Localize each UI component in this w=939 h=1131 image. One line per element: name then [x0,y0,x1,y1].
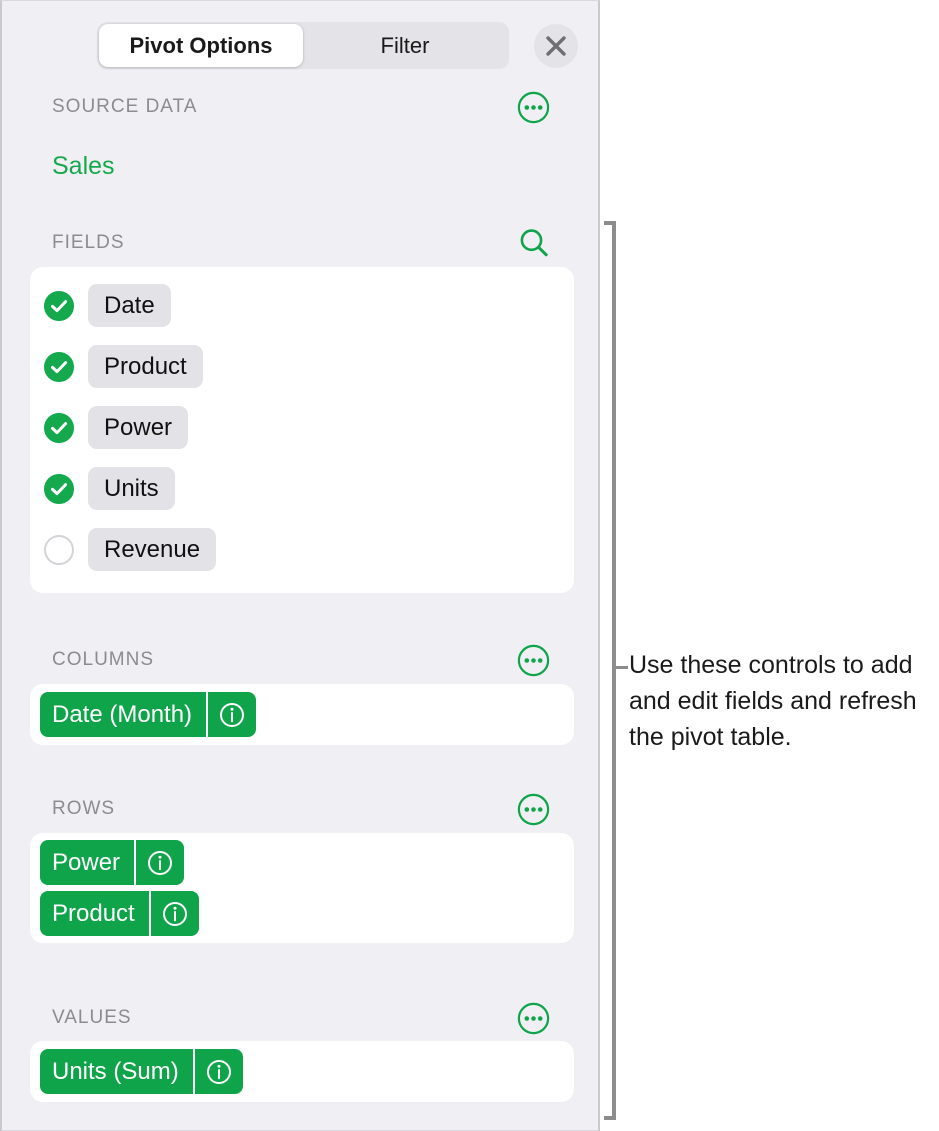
fields-section-header: FIELDS [2,226,598,260]
column-token-date-month-label: Date (Month) [40,692,207,737]
rows-dropzone-card[interactable]: Power Product [30,833,574,943]
tab-pivot-options-label: Pivot Options [129,33,273,58]
close-icon [546,36,566,56]
field-pill-power[interactable]: Power [88,406,189,449]
values-more-button[interactable] [517,1002,550,1035]
field-checkbox-product[interactable] [44,352,74,382]
field-pill-revenue[interactable]: Revenue [88,528,217,571]
columns-section-header: COLUMNS [2,644,598,677]
info-icon [148,850,173,875]
callout-bracket-top-tick [604,221,616,225]
row-token-power-info-button[interactable] [136,840,185,885]
field-checkbox-power[interactable] [44,413,74,443]
tab-filter[interactable]: Filter [303,24,507,67]
checkmark-icon [51,361,68,374]
source-data-section-header: SOURCE DATA [2,91,598,124]
checkmark-icon [51,422,68,435]
rows-more-button[interactable] [517,793,550,826]
value-token-units-sum[interactable]: Units (Sum) [40,1049,243,1094]
values-dropzone-card[interactable]: Units (Sum) [30,1041,574,1102]
fields-list-card: Date Product Power Units Revenue [30,267,574,593]
tab-bar: Pivot Options Filter [2,11,598,69]
info-icon [206,1059,231,1084]
row-token-product[interactable]: Product [40,891,199,936]
rows-section-header: ROWS [2,793,598,826]
callout-bracket [604,221,618,1120]
info-icon [162,901,187,926]
fields-label: FIELDS [52,232,125,253]
close-button[interactable] [534,24,578,68]
field-row-product[interactable]: Product [30,344,574,390]
field-row-units[interactable]: Units [30,466,574,512]
column-token-date-month[interactable]: Date (Month) [40,692,257,737]
columns-label: COLUMNS [52,649,155,670]
rows-label: ROWS [52,798,116,819]
segmented-control: Pivot Options Filter [97,22,509,69]
row-token-product-label: Product [40,891,149,936]
columns-more-button[interactable] [517,644,550,677]
callout-leader-line [612,666,628,669]
pivot-options-panel: Pivot Options Filter SOURCE DATA Sales F… [0,0,600,1131]
callout-text: Use these controls to add and edit field… [629,651,917,751]
info-icon [220,702,245,727]
more-options-icon [517,644,550,677]
callout-bracket-bottom-tick [604,1116,616,1120]
tab-pivot-options[interactable]: Pivot Options [99,24,303,67]
field-checkbox-date[interactable] [44,291,74,321]
field-row-revenue[interactable]: Revenue [30,527,574,573]
field-pill-date[interactable]: Date [88,284,171,327]
row-token-power[interactable]: Power [40,840,185,885]
values-section-header: VALUES [2,1002,598,1035]
field-pill-units[interactable]: Units [88,467,175,510]
fields-search-button[interactable] [517,226,551,260]
field-row-date[interactable]: Date [30,283,574,329]
row-token-power-label: Power [40,840,135,885]
field-checkbox-revenue[interactable] [44,535,74,565]
source-data-more-button[interactable] [517,91,550,124]
tab-filter-label: Filter [380,33,430,58]
more-options-icon [517,793,550,826]
checkmark-icon [51,300,68,313]
column-token-date-month-info-button[interactable] [208,692,257,737]
field-checkbox-units[interactable] [44,474,74,504]
callout-bracket-vertical [612,221,616,1120]
values-label: VALUES [52,1007,132,1028]
field-pill-product[interactable]: Product [88,345,203,388]
more-options-icon [517,91,550,124]
more-options-icon [517,1002,550,1035]
source-data-label: SOURCE DATA [52,96,198,117]
row-token-product-info-button[interactable] [150,891,199,936]
search-icon [520,229,548,257]
columns-dropzone-card[interactable]: Date (Month) [30,684,574,745]
checkmark-icon [51,483,68,496]
field-row-power[interactable]: Power [30,405,574,451]
value-token-units-sum-info-button[interactable] [194,1049,243,1094]
source-data-value[interactable]: Sales [52,149,115,183]
value-token-units-sum-label: Units (Sum) [40,1049,193,1094]
